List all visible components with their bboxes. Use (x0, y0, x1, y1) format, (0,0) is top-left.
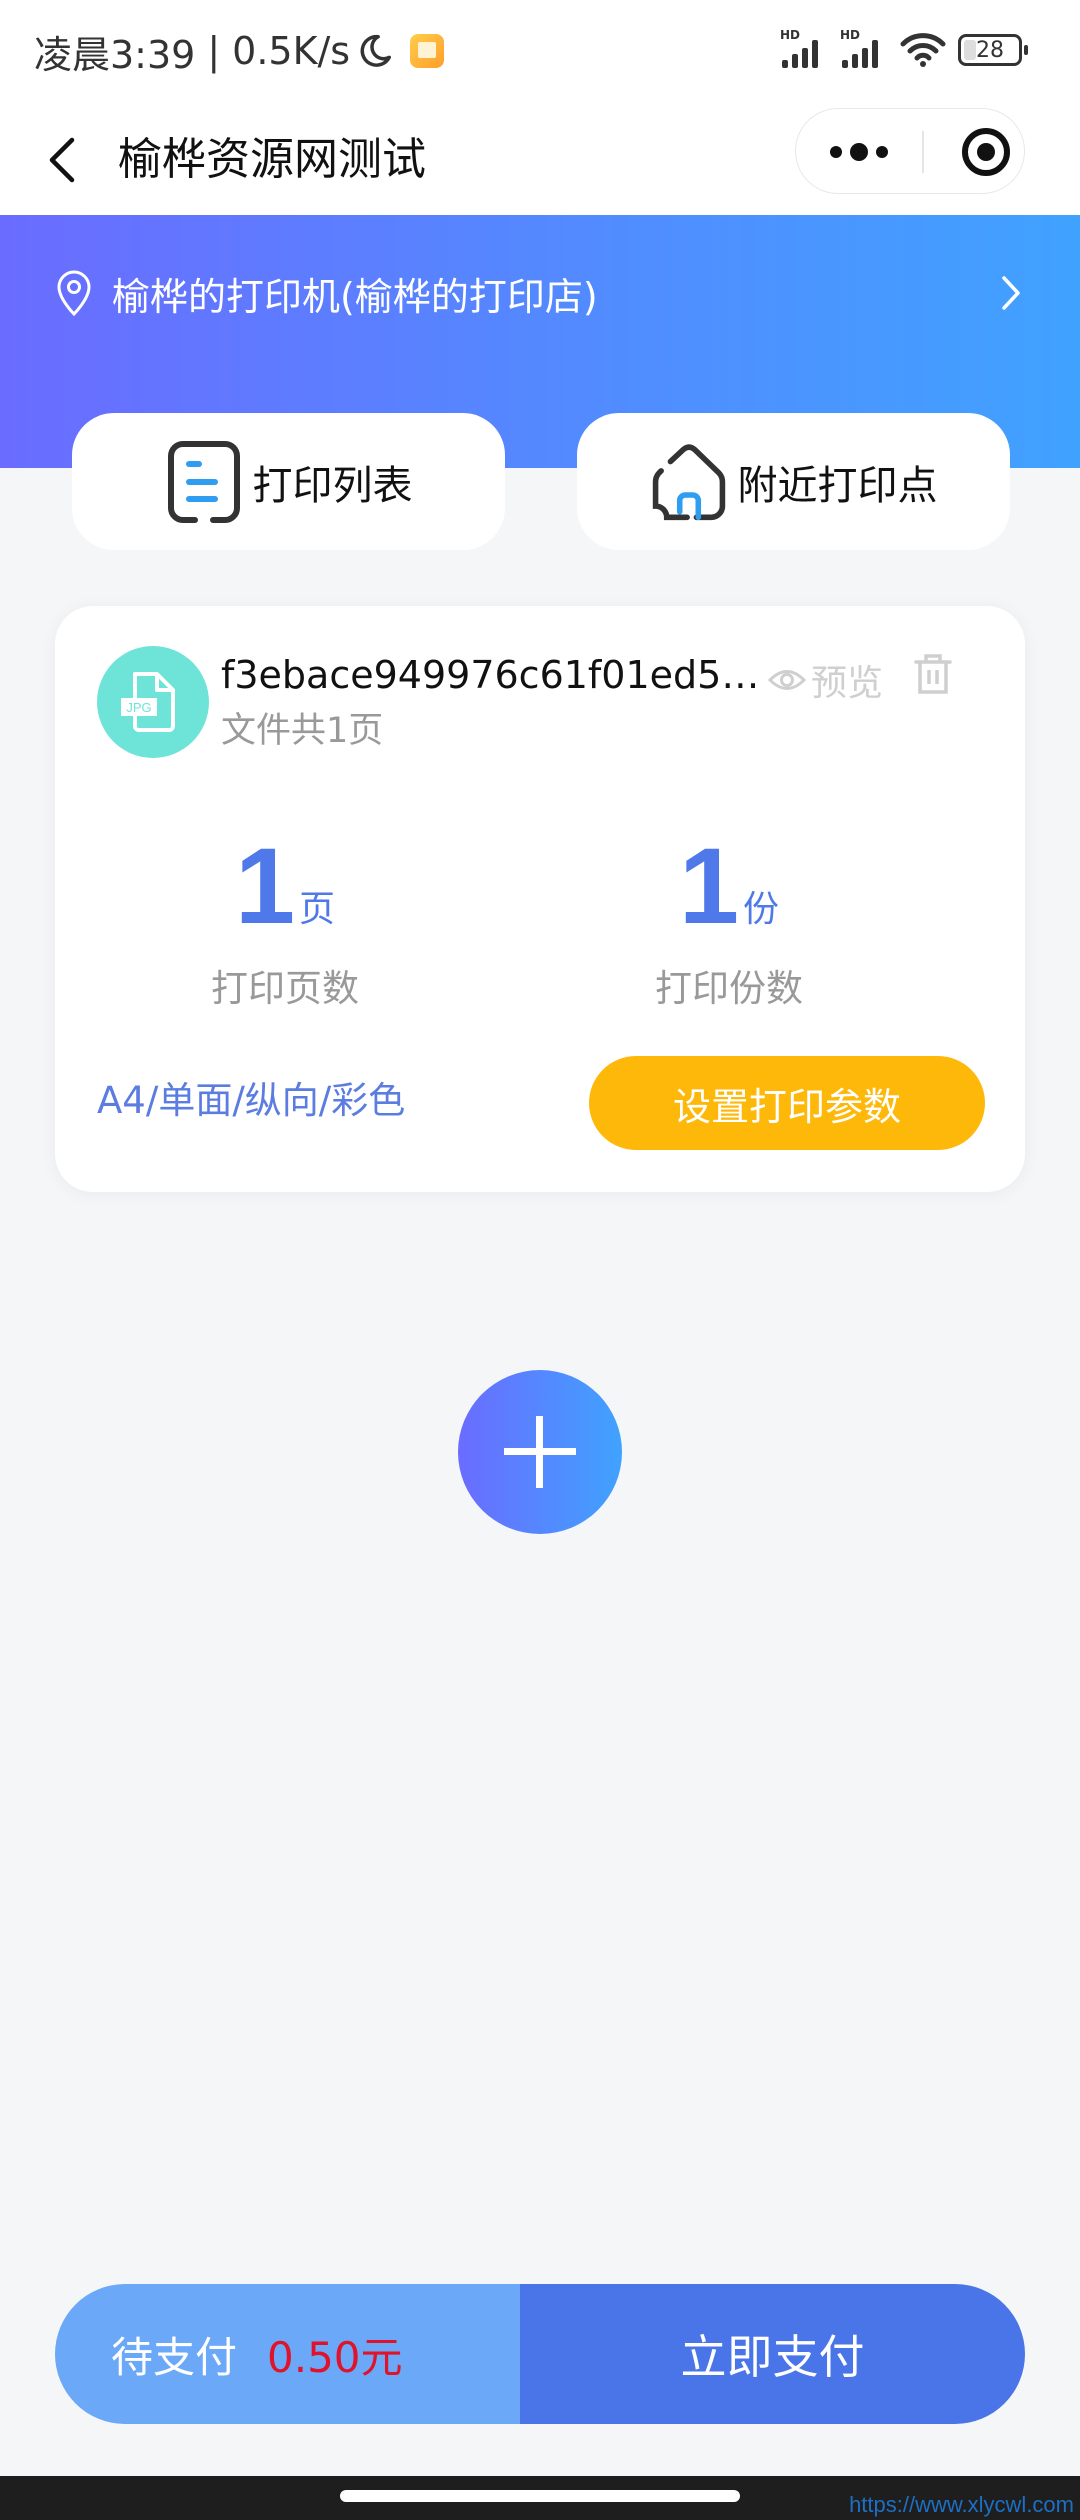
pay-now-button[interactable]: 立即支付 (520, 2284, 1025, 2424)
notification-app-icon (410, 34, 445, 68)
print-pages-unit: 页 (299, 889, 336, 930)
svg-text:JPG: JPG (126, 700, 151, 715)
battery-level: 28 (976, 37, 1004, 63)
chevron-left-icon (49, 137, 75, 183)
set-print-params-button[interactable]: 设置打印参数 (589, 1056, 985, 1150)
watermark: https://www.xlycwl.com (849, 2492, 1074, 2517)
net-speed: 0.5K/s (232, 29, 351, 73)
nearby-print-points-button[interactable]: 附近打印点 (577, 413, 1010, 550)
print-params-summary[interactable]: A4/单面/纵向/彩色 (97, 1076, 405, 1126)
status-bar: 凌晨3:39 | 0.5K/s HD HD 28 (0, 0, 1080, 105)
moon-icon (360, 34, 392, 67)
location-pin-icon (57, 270, 91, 317)
payment-amount: 0.50元 (267, 2332, 403, 2382)
home-icon (652, 443, 725, 520)
print-copies-caption: 打印份数 (655, 967, 803, 1010)
file-jpg-icon: JPG (121, 672, 175, 732)
print-list-button[interactable]: 打印列表 (72, 413, 505, 550)
preview-label: 预览 (811, 663, 884, 704)
print-pages-stat: 1页 打印页数 (135, 825, 435, 1012)
nav-bar: 榆桦资源网测试 (0, 105, 1080, 215)
pending-payment-section: 待支付 0.50元 (55, 2284, 520, 2424)
signal-icon-2: HD (840, 28, 888, 68)
capsule-divider (922, 131, 924, 173)
close-miniapp-button[interactable] (962, 128, 1010, 176)
dot-icon (850, 143, 868, 161)
eye-icon (767, 670, 807, 690)
print-pages-value: 1 (234, 825, 296, 946)
miniapp-capsule (795, 108, 1025, 194)
payment-bar: 待支付 0.50元 立即支付 (55, 2284, 1025, 2424)
file-name: f3ebace949976c61f01ed503… (221, 653, 771, 697)
file-card: JPG f3ebace949976c61f01ed503… 文件共1页 预览 1… (55, 606, 1025, 1192)
preview-button[interactable]: 预览 (767, 654, 883, 706)
signal-icon: HD (780, 28, 828, 68)
home-indicator[interactable] (340, 2490, 740, 2502)
more-button[interactable] (796, 109, 922, 195)
status-right: HD HD 28 (780, 28, 1028, 68)
status-time: 凌晨3:39 (34, 32, 196, 77)
chevron-right-icon (1002, 276, 1020, 310)
print-copies-unit: 份 (743, 889, 780, 930)
page-title: 榆桦资源网测试 (118, 134, 426, 185)
print-pages-caption: 打印页数 (211, 967, 359, 1010)
print-copies-stat: 1份 打印份数 (579, 825, 879, 1012)
back-button[interactable] (36, 125, 86, 195)
printer-location-row[interactable]: 榆桦的打印机(榆桦的打印店) (54, 263, 1026, 323)
system-nav-bar: https://www.xlycwl.com (0, 2476, 1080, 2520)
print-copies-value: 1 (678, 825, 740, 946)
file-page-count: 文件共1页 (221, 711, 384, 751)
add-file-button[interactable] (458, 1370, 622, 1534)
list-icon (167, 440, 240, 523)
nearby-print-points-label: 附近打印点 (737, 462, 938, 509)
dot-icon (830, 146, 842, 158)
wifi-icon (900, 33, 946, 67)
battery-icon: 28 (958, 34, 1028, 66)
print-list-label: 打印列表 (252, 462, 413, 509)
dot-icon (876, 146, 888, 158)
jpg-file-icon: JPG (97, 646, 209, 758)
printer-location-text: 榆桦的打印机(榆桦的打印店) (112, 274, 598, 319)
trash-icon[interactable] (913, 652, 953, 696)
status-separator: | (207, 29, 221, 73)
status-left: 凌晨3:39 | 0.5K/s (34, 26, 445, 77)
pending-payment-label: 待支付 (111, 2332, 238, 2382)
